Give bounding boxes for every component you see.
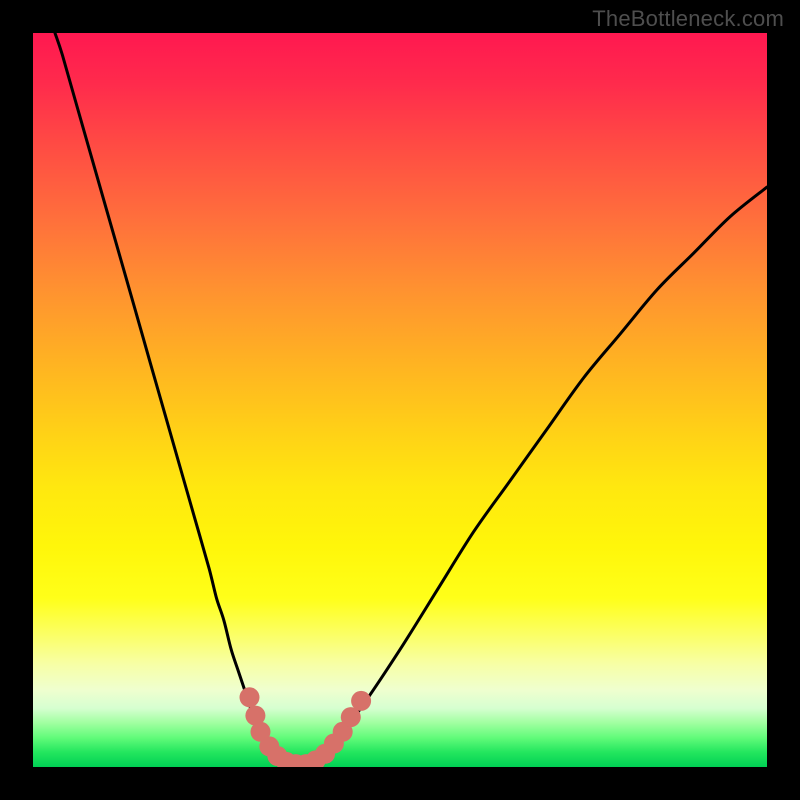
bottleneck-curve: [55, 33, 767, 765]
watermark-text: TheBottleneck.com: [592, 6, 784, 32]
chart-frame: TheBottleneck.com: [0, 0, 800, 800]
curve-markers: [240, 687, 372, 767]
plot-area: [33, 33, 767, 767]
chart-svg: [33, 33, 767, 767]
marker-dot: [351, 691, 371, 711]
marker-dot: [240, 687, 260, 707]
